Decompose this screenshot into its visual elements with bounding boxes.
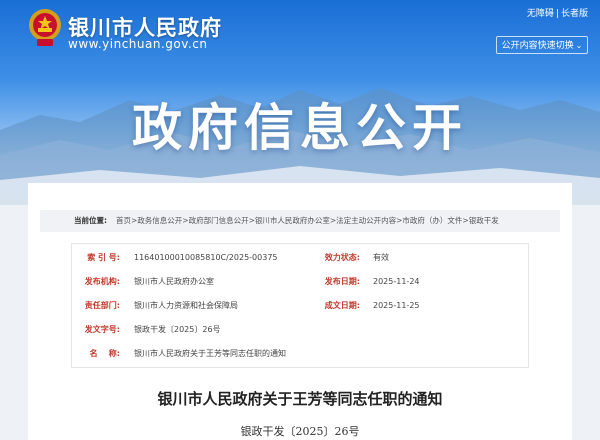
metadata-table: 索 引 号: 11640100010085810C/2025-00375 效力状… [71,243,529,368]
meta-row: 名 称: 银川市人民政府关于王芳等同志任职的通知 [72,348,530,360]
national-emblem-icon [29,9,61,46]
document-name-label: 名 称: [89,349,120,358]
responsible-dept-label: 责任部门: [84,301,120,310]
breadcrumb: 当前位置: 首页>政务信息公开>政府部门信息公开>银川市人民政府办公室>法定主动… [40,210,560,232]
site-url: www.yinchuan.gov.cn [68,37,208,51]
accessibility-link[interactable]: 无障碍 [527,9,554,19]
document-number: 银政干发〔2025〕26号 [240,425,360,438]
meta-row: 索 引 号: 11640100010085810C/2025-00375 效力状… [72,252,530,264]
breadcrumb-path[interactable]: 首页>政务信息公开>政府部门信息公开>银川市人民政府办公室>法定主动公开内容>市… [116,216,499,225]
quick-switch-dropdown[interactable]: 公开内容快速切换 ⌄ [496,36,588,54]
issuing-agency-label: 发布机构: [84,277,120,286]
validity-status-value: 有效 [373,253,389,262]
meta-row: 发布机构: 银川市人民政府办公室 发布日期: 2025-11-24 [72,276,530,288]
index-number-label: 索 引 号: [87,253,120,262]
written-date-label: 成文日期: [324,301,360,310]
issuing-agency-value: 银川市人民政府办公室 [134,277,214,286]
meta-row: 责任部门: 银川市人力资源和社会保障局 成文日期: 2025-11-25 [72,300,530,312]
meta-row: 发文字号: 银政干发〔2025〕26号 [72,324,530,336]
index-number-value: 11640100010085810C/2025-00375 [134,253,278,262]
document-number-value: 银政干发〔2025〕26号 [134,325,221,334]
document-number-label: 发文字号: [84,325,120,334]
publish-date-label: 发布日期: [324,277,360,286]
publish-date-value: 2025-11-24 [373,277,420,286]
quick-switch-label: 公开内容快速切换 [501,41,574,51]
header-banner: 银川市人民政府 www.yinchuan.gov.cn 无障碍 | 长者版 公开内容… [0,0,600,205]
responsible-dept-value: 银川市人力资源和社会保障局 [134,301,238,310]
elderly-mode-link[interactable]: 长者版 [561,9,588,19]
document-title: 银川市人民政府关于王芳等同志任职的通知 [157,390,443,408]
validity-status-label: 效力状态: [324,253,360,262]
chevron-down-icon: ⌄ [575,41,583,50]
top-links: 无障碍 | 长者版 [527,6,588,19]
written-date-value: 2025-11-25 [373,301,420,310]
link-separator: | [555,9,559,19]
breadcrumb-label: 当前位置: [74,216,107,225]
hero-title: 政府信息公开 [132,99,468,157]
document-name-value: 银川市人民政府关于王芳等同志任职的通知 [134,349,286,358]
